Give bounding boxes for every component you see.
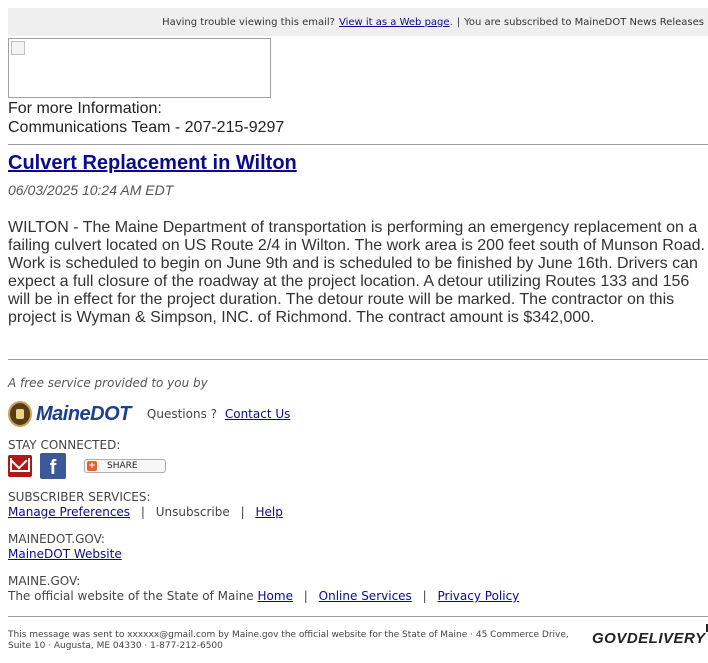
stay-connected-label: STAY CONNECTED: — [8, 438, 121, 452]
mainedot-website-row: MaineDOT Website — [8, 547, 122, 561]
maine-seal-icon — [8, 401, 32, 427]
subscribed-text: You are subscribed to MaineDOT News Rele… — [464, 16, 704, 28]
unsubscribe-text[interactable]: Unsubscribe — [156, 505, 230, 519]
official-site-text: The official website of the State of Mai… — [8, 589, 254, 603]
separator: | — [456, 16, 461, 28]
mainedot-gov-label: MAINEDOT.GOV: — [8, 532, 105, 546]
free-service-text: A free service provided to you by — [8, 376, 208, 390]
pipe-separator: | — [303, 589, 308, 603]
pipe-separator: | — [240, 505, 245, 519]
top-bar: Having trouble viewing this email? View … — [8, 8, 708, 36]
pipe-separator: | — [140, 505, 145, 519]
manage-preferences-link[interactable]: Manage Preferences — [8, 505, 130, 519]
privacy-policy-link[interactable]: Privacy Policy — [438, 589, 520, 603]
divider-middle — [8, 359, 708, 360]
contact-line-2: Communications Team - 207-215-9297 — [8, 119, 285, 136]
view-as-web-page-link[interactable]: View it as a Web page — [339, 17, 450, 28]
divider-top — [8, 144, 708, 145]
help-link[interactable]: Help — [255, 505, 282, 519]
article-body: WILTON - The Maine Department of transpo… — [8, 219, 705, 326]
share-button[interactable]: + SHARE — [84, 459, 166, 473]
subscriber-services-label: SUBSCRIBER SERVICES: — [8, 490, 151, 504]
online-services-link[interactable]: Online Services — [319, 589, 412, 603]
mainedot-logo-text: MaineDOT — [36, 402, 131, 425]
divider-bottom — [8, 616, 708, 617]
contact-line-1: For more Information: — [8, 100, 162, 117]
mainedot-logo-row: MaineDOT Questions ? Contact Us — [8, 398, 290, 430]
share-plus-icon: + — [87, 461, 97, 471]
maine-gov-label: MAINE.GOV: — [8, 574, 81, 588]
maine-gov-links: The official website of the State of Mai… — [8, 589, 519, 603]
govdelivery-text: GOVDELIVERY — [592, 630, 706, 647]
message-sent-text: This message was sent to xxxxxx@gmail.co… — [8, 630, 569, 651]
govdelivery-logo: GOVDELIVERY — [592, 624, 708, 647]
share-label: SHARE — [107, 461, 138, 471]
questions-label: Questions ? — [146, 407, 218, 421]
pipe-separator: | — [422, 589, 427, 603]
questions-text: Questions ? Contact Us — [147, 407, 290, 421]
trouble-viewing-text: Having trouble viewing this email? — [162, 16, 335, 28]
email-icon[interactable] — [8, 455, 32, 477]
contact-us-link[interactable]: Contact Us — [225, 407, 291, 421]
mainedot-website-link[interactable]: MaineDOT Website — [8, 547, 122, 561]
period-text: . — [449, 16, 453, 28]
broken-image-icon — [8, 38, 271, 98]
contact-info: For more Information: Communications Tea… — [8, 99, 284, 137]
subscriber-links: Manage Preferences | Unsubscribe | Help — [8, 505, 283, 519]
article-date: 06/03/2025 10:24 AM EDT — [8, 182, 174, 198]
home-link[interactable]: Home — [258, 589, 293, 603]
article-title-link[interactable]: Culvert Replacement in Wilton — [8, 152, 297, 175]
social-icons: f + SHARE — [8, 453, 166, 479]
facebook-icon[interactable]: f — [40, 453, 66, 479]
